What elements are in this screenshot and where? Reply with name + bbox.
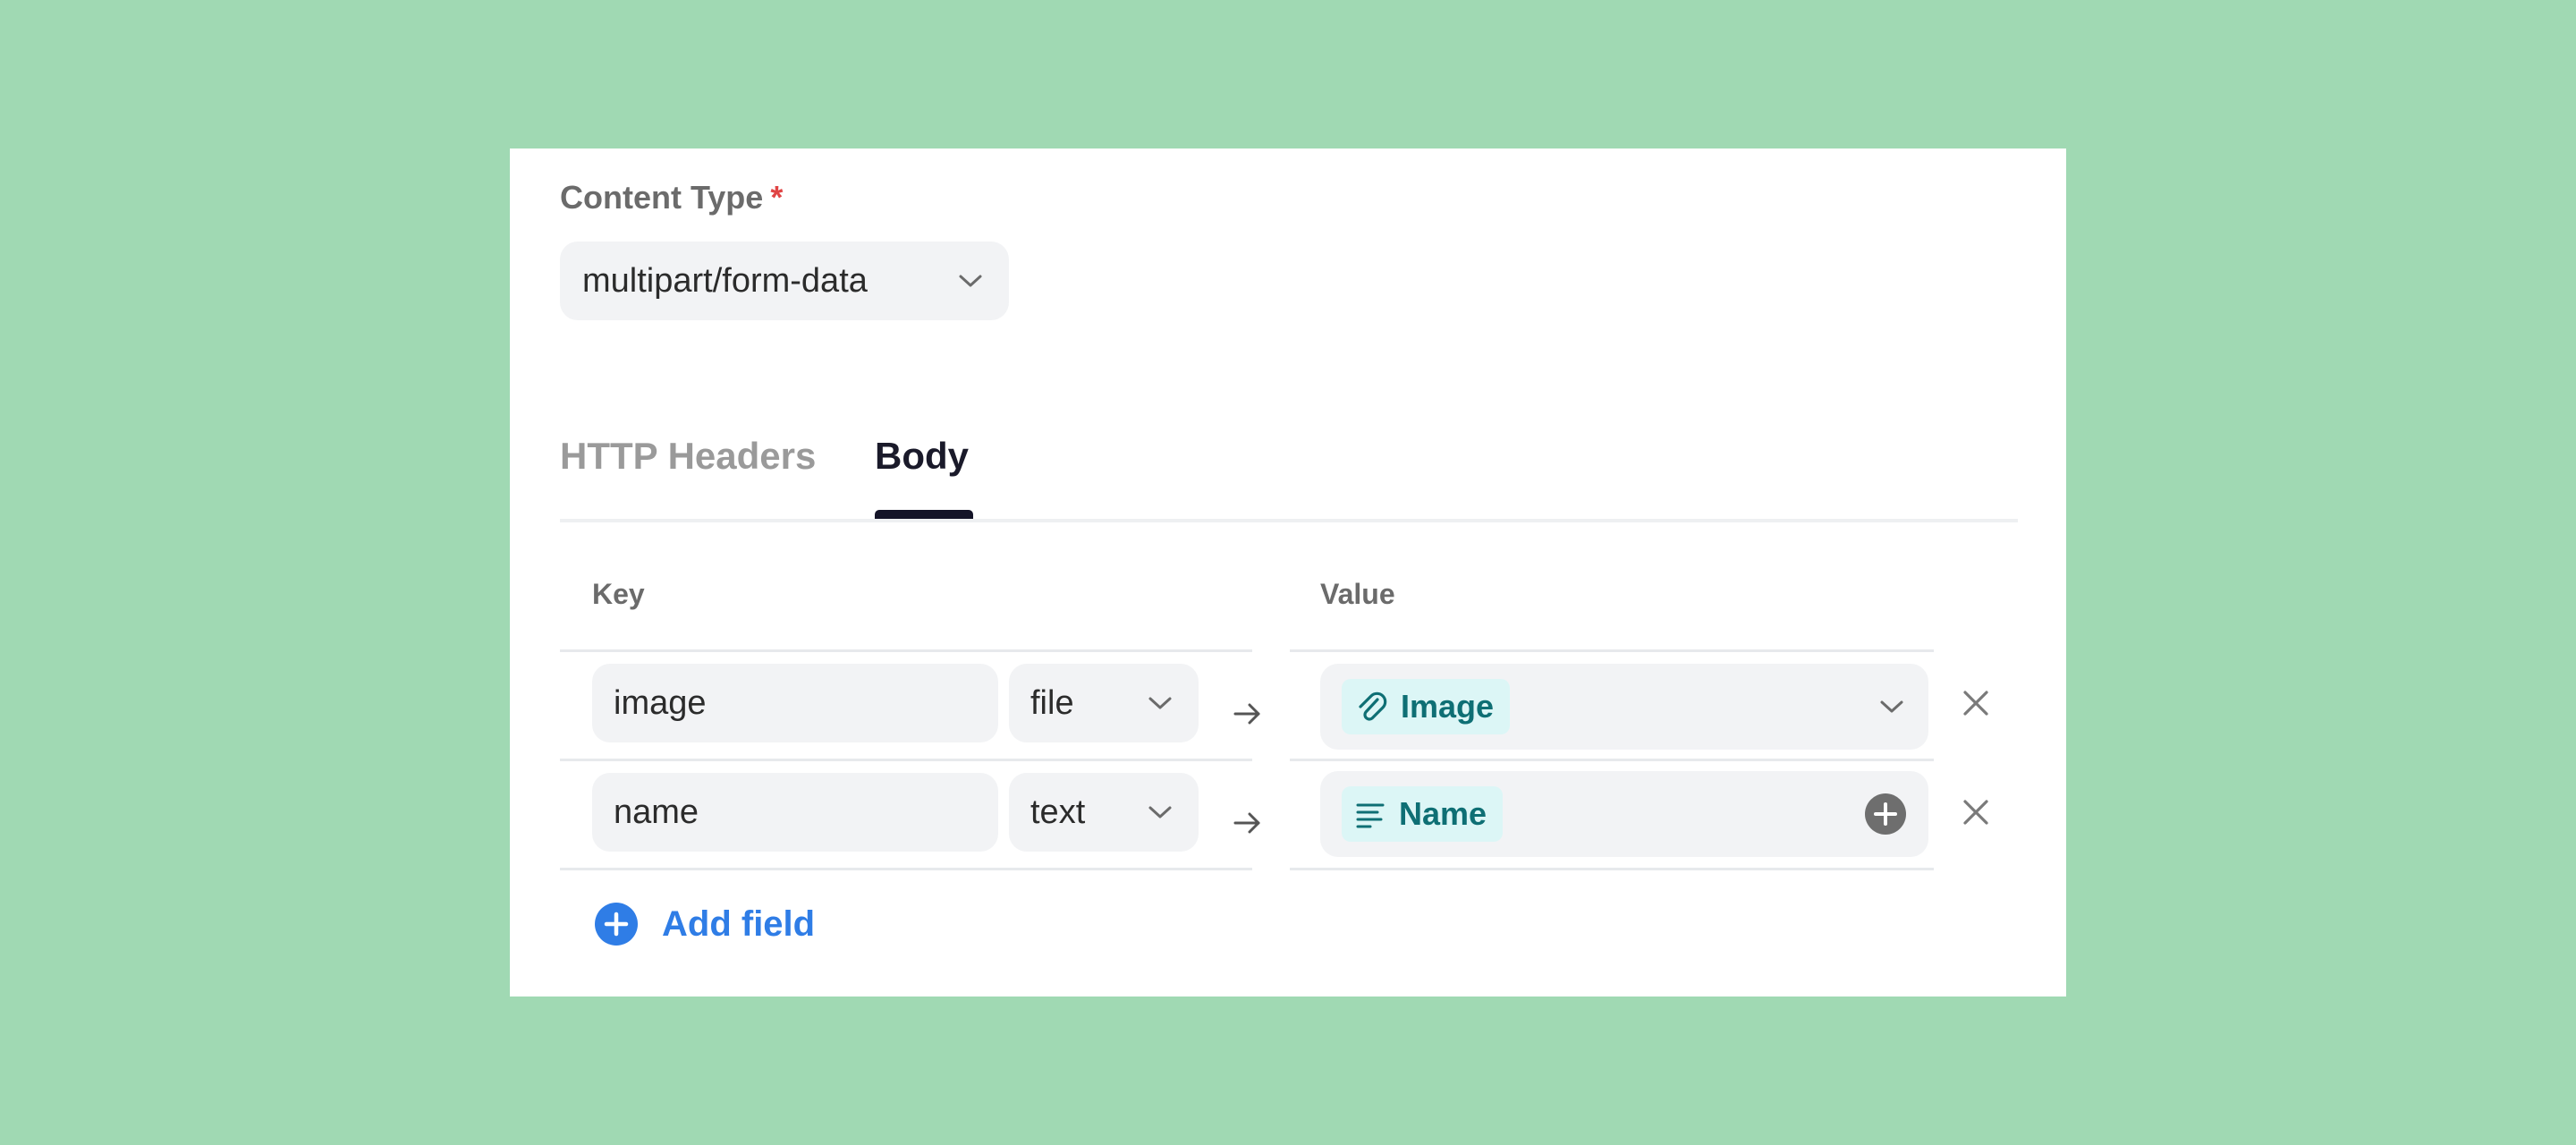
type-select-value: file [1030,683,1074,722]
chevron-down-icon [959,275,982,287]
plus-circle-icon[interactable] [1864,793,1907,835]
content-type-label: Content Type * [560,179,783,216]
content-type-label-text: Content Type [560,179,764,216]
value-header-rule [1290,649,1934,652]
row-divider [1290,868,1934,870]
key-header-rule [560,649,1252,652]
chevron-down-icon [1148,806,1172,818]
value-column-header: Value [1320,578,1395,610]
key-input[interactable]: image [592,664,998,742]
value-chip-label: Name [1399,795,1487,832]
content-type-select[interactable]: multipart/form-data [560,242,1009,320]
value-chip-label: Image [1401,688,1495,725]
type-select-value: text [1030,793,1086,831]
key-input-value: name [614,793,699,831]
type-select[interactable]: file [1009,664,1199,742]
value-chip: Name [1342,786,1504,842]
value-input[interactable]: Name [1320,771,1928,857]
close-icon[interactable] [1961,797,1991,827]
add-field-button[interactable]: Add field [594,902,815,946]
close-icon[interactable] [1961,688,1991,718]
type-select[interactable]: text [1009,773,1199,852]
content-type-value: multipart/form-data [582,261,868,300]
value-chip: Image [1342,679,1511,734]
row-divider [1290,759,1934,761]
value-select[interactable]: Image [1320,664,1928,750]
arrow-right-icon [1233,812,1260,834]
arrow-right-icon [1233,703,1260,725]
plus-circle-icon [595,903,638,946]
row-divider [560,868,1252,870]
tabs-divider [560,519,2018,522]
tab-http-headers[interactable]: HTTP Headers [560,435,816,478]
row-divider [560,759,1252,761]
required-mark: * [770,179,784,216]
chevron-down-icon [1148,697,1172,709]
chevron-down-icon[interactable] [1878,698,1905,716]
tab-body[interactable]: Body [875,435,969,478]
active-tab-indicator [875,510,973,519]
key-input[interactable]: name [592,773,998,852]
add-field-label: Add field [662,903,816,944]
request-config-card: Content Type * multipart/form-data HTTP H… [510,148,2066,997]
key-column-header: Key [592,578,645,610]
key-input-value: image [614,683,707,722]
text-lines-icon [1356,803,1385,828]
paperclip-icon [1359,691,1387,721]
